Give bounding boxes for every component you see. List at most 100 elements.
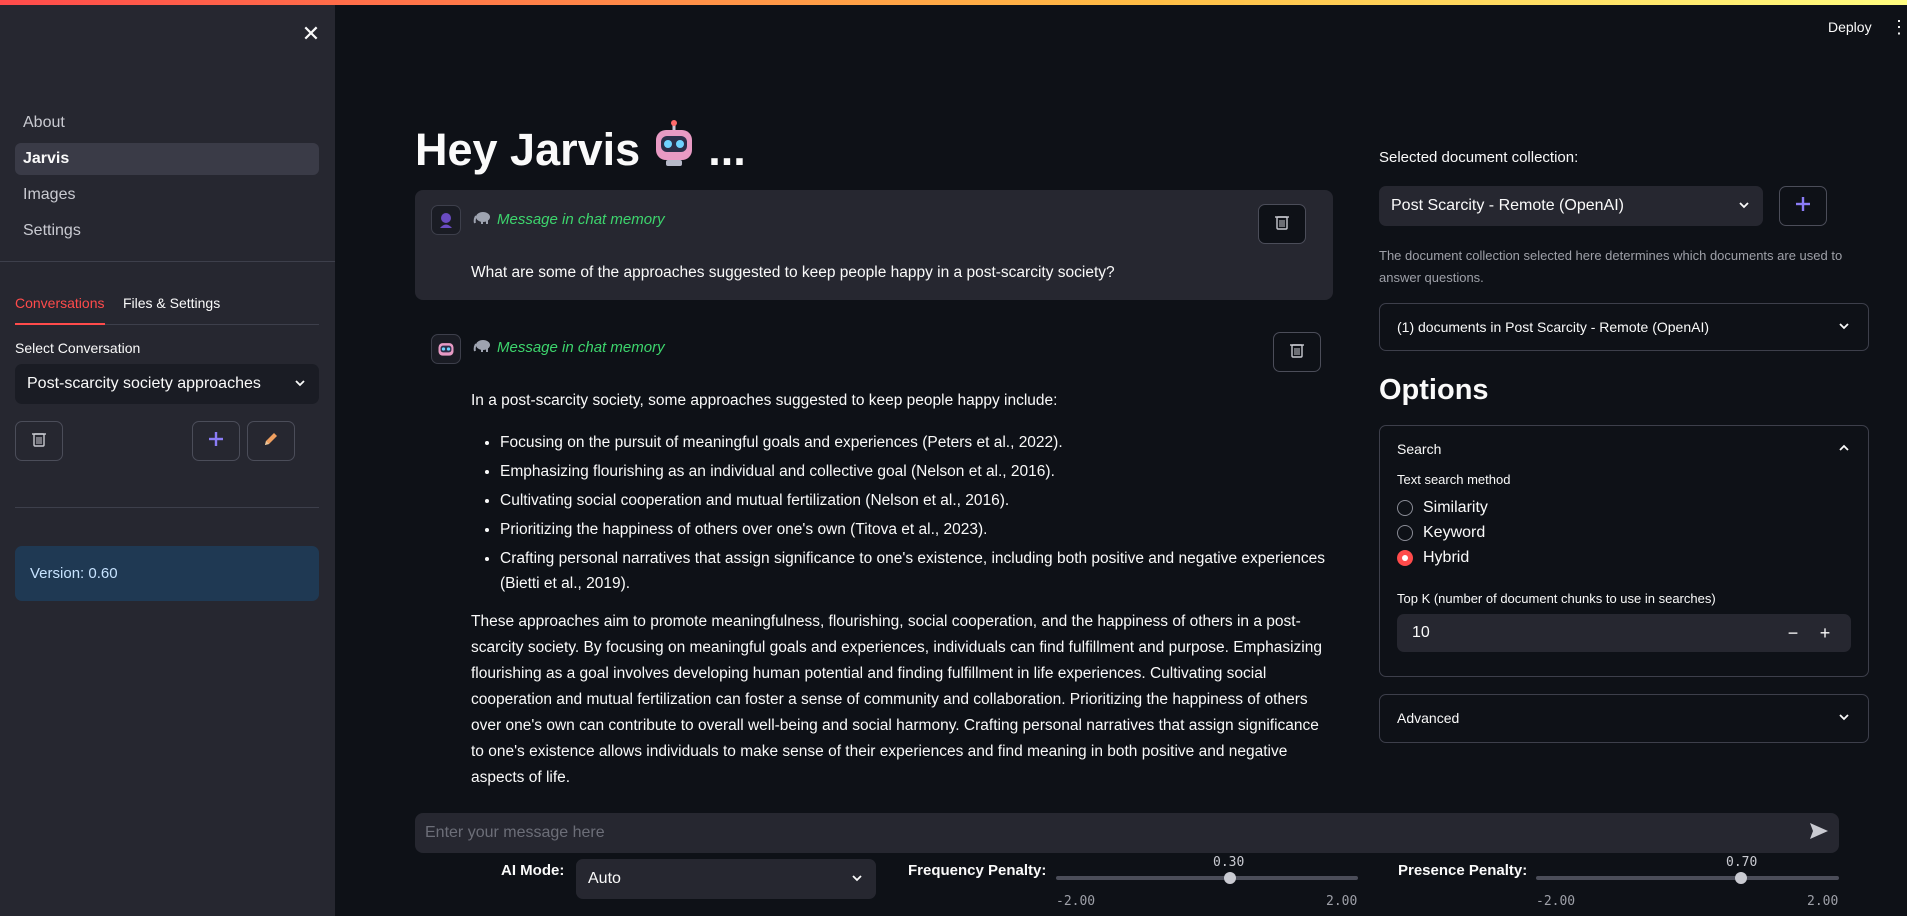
chat-input[interactable] <box>425 824 1765 842</box>
plus-icon <box>1795 196 1811 217</box>
chevron-down-icon <box>1837 319 1851 336</box>
presence-penalty-slider[interactable] <box>1536 876 1839 880</box>
radio-circle[interactable] <box>1397 499 1413 516</box>
search-expander-header[interactable]: Search <box>1380 426 1868 472</box>
list-item: Focusing on the pursuit of meaningful go… <box>500 430 1333 455</box>
add-collection-button[interactable] <box>1779 186 1827 226</box>
new-conversation-button[interactable] <box>192 421 240 461</box>
frequency-penalty-value: 0.30 <box>1213 855 1245 870</box>
chat-message-assistant: Message in chat memory In a post-scarcit… <box>415 318 1333 786</box>
search-expander-label: Search <box>1397 441 1442 457</box>
delete-message-button[interactable] <box>1258 204 1306 244</box>
trash-icon <box>31 430 47 453</box>
collection-select-value: Post Scarcity - Remote (OpenAI) <box>1391 197 1624 214</box>
tab-files-settings[interactable]: Files & Settings <box>123 294 220 325</box>
ai-mode-select[interactable]: Auto <box>576 859 876 899</box>
radio-keyword[interactable]: Keyword <box>1397 520 1851 545</box>
radio-label: Keyword <box>1423 523 1486 541</box>
search-method-label: Text search method <box>1397 472 1511 487</box>
robot-icon <box>650 120 698 179</box>
sidebar-item-images[interactable]: Images <box>15 179 319 211</box>
radio-label: Similarity <box>1423 498 1488 516</box>
list-item: Emphasizing flourishing as an individual… <box>500 459 1333 484</box>
advanced-expander[interactable]: Advanced <box>1379 694 1869 743</box>
ai-mode-label: AI Mode: <box>501 862 565 879</box>
deploy-button[interactable]: Deploy <box>1828 19 1872 35</box>
page-title-ellipsis: ... <box>708 123 746 175</box>
top-k-value[interactable]: 10 <box>1412 624 1777 642</box>
presence-penalty-min: -2.00 <box>1536 894 1576 909</box>
collection-help-text: The document collection selected here de… <box>1379 248 1843 285</box>
presence-penalty-label: Presence Penalty: <box>1398 862 1528 879</box>
chevron-up-icon <box>1837 441 1851 458</box>
frequency-penalty-thumb[interactable] <box>1224 872 1236 884</box>
frequency-penalty-slider[interactable] <box>1056 876 1358 880</box>
page-title-text: Hey Jarvis <box>415 123 641 175</box>
chat-memory-label: Message in chat memory <box>497 210 665 228</box>
top-k-input[interactable]: 10 − + <box>1397 614 1851 652</box>
documents-expander[interactable]: (1) documents in Post Scarcity - Remote … <box>1379 303 1869 351</box>
list-item: Crafting personal narratives that assign… <box>500 546 1333 596</box>
sidebar: ✕ About Jarvis Images Settings Conversat… <box>0 5 335 916</box>
page-title: Hey Jarvis ... <box>415 120 746 179</box>
documents-expander-header[interactable]: (1) documents in Post Scarcity - Remote … <box>1380 304 1868 350</box>
frequency-penalty-min: -2.00 <box>1056 894 1096 909</box>
radio-circle-selected[interactable] <box>1397 549 1413 566</box>
sidebar-item-jarvis[interactable]: Jarvis <box>15 143 319 175</box>
chevron-down-icon <box>293 376 307 393</box>
delete-conversation-button[interactable] <box>15 421 63 461</box>
top-k-label: Top K (number of document chunks to use … <box>1397 591 1716 606</box>
list-item: Prioritizing the happiness of others ove… <box>500 517 1333 542</box>
documents-expander-label: (1) documents in Post Scarcity - Remote … <box>1397 319 1709 335</box>
chevron-down-icon <box>1837 710 1851 727</box>
tab-conversations[interactable]: Conversations <box>15 294 105 325</box>
pencil-icon <box>263 431 279 452</box>
minus-icon[interactable]: − <box>1777 623 1809 644</box>
close-icon[interactable]: ✕ <box>300 23 322 45</box>
elephant-icon <box>473 210 491 228</box>
radio-similarity[interactable]: Similarity <box>1397 495 1851 520</box>
conversation-select-value: Post-scarcity society approaches <box>27 375 261 392</box>
advanced-expander-label: Advanced <box>1397 710 1460 726</box>
radio-label: Hybrid <box>1423 548 1470 566</box>
rename-conversation-button[interactable] <box>247 421 295 461</box>
conversation-select[interactable]: Post-scarcity society approaches <box>15 364 319 404</box>
frequency-penalty-max: 2.00 <box>1326 894 1358 909</box>
plus-icon <box>208 431 224 452</box>
sidebar-divider <box>0 261 335 262</box>
collection-label: Selected document collection: <box>1379 149 1579 166</box>
assistant-bullet-list: Focusing on the pursuit of meaningful go… <box>500 430 1333 596</box>
send-icon[interactable] <box>1809 822 1829 845</box>
presence-penalty-value: 0.70 <box>1726 855 1758 870</box>
user-avatar-icon <box>431 205 461 235</box>
delete-message-button[interactable] <box>1273 332 1321 372</box>
sidebar-item-about[interactable]: About <box>15 107 319 139</box>
chevron-down-icon <box>850 871 864 888</box>
ai-mode-value: Auto <box>588 870 621 887</box>
chat-memory-label: Message in chat memory <box>497 338 665 356</box>
chat-message-user: Message in chat memory What are some of … <box>415 190 1333 300</box>
sidebar-nav: About Jarvis Images Settings <box>15 107 319 251</box>
sidebar-divider <box>15 507 319 508</box>
assistant-message-body: In a post-scarcity society, some approac… <box>471 388 1333 791</box>
kebab-icon[interactable]: ⋮ <box>1890 17 1907 37</box>
chat-memory-indicator: Message in chat memory <box>473 210 665 228</box>
sidebar-item-settings[interactable]: Settings <box>15 215 319 247</box>
select-conversation-label: Select Conversation <box>15 340 141 356</box>
collection-select[interactable]: Post Scarcity - Remote (OpenAI) <box>1379 186 1763 226</box>
user-message-text: What are some of the approaches suggeste… <box>471 264 1115 281</box>
search-expander: Search Text search method Similarity Key… <box>1379 425 1869 677</box>
radio-circle[interactable] <box>1397 524 1413 541</box>
chat-memory-indicator: Message in chat memory <box>473 338 665 356</box>
chat-input-bar <box>415 813 1839 853</box>
advanced-expander-header[interactable]: Advanced <box>1380 695 1868 741</box>
plus-icon[interactable]: + <box>1809 623 1841 644</box>
radio-hybrid[interactable]: Hybrid <box>1397 545 1851 570</box>
frequency-penalty-label: Frequency Penalty: <box>908 862 1047 879</box>
list-item: Cultivating social cooperation and mutua… <box>500 488 1333 513</box>
trash-icon <box>1289 341 1305 364</box>
assistant-summary: These approaches aim to promote meaningf… <box>471 613 1322 786</box>
search-expander-body: Text search method Similarity Keyword Hy… <box>1380 472 1868 652</box>
version-info: Version: 0.60 <box>15 546 319 601</box>
presence-penalty-thumb[interactable] <box>1735 872 1747 884</box>
